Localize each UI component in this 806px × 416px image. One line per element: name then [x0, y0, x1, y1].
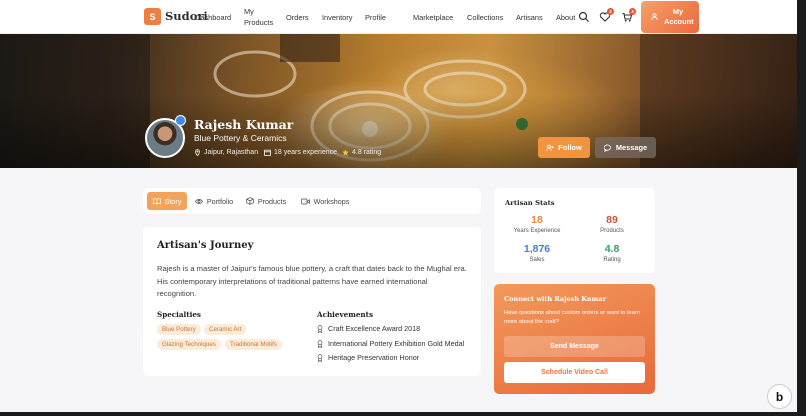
- stat-sales-label: Sales: [529, 257, 545, 263]
- award-icon: [317, 339, 323, 348]
- hero-banner-image: [0, 34, 806, 168]
- artisan-stats-card: Artisan Stats 18 Years Experience 89 Pro…: [494, 188, 655, 273]
- top-navbar: S Sudori Dashboard My Products Orders In…: [0, 0, 806, 34]
- achievement-text: Heritage Preservation Honor: [328, 353, 420, 362]
- verified-badge-icon: [175, 115, 186, 126]
- stats-title: Artisan Stats: [505, 199, 555, 207]
- nav-marketplace[interactable]: Marketplace: [413, 12, 453, 23]
- tab-story-label: Story: [164, 196, 182, 206]
- book-icon: [152, 197, 161, 204]
- location-meta: Jaipur, Rajasthan: [194, 149, 258, 156]
- stat-products-value: 89: [606, 214, 618, 226]
- story-card: Artisan's Journey Rajesh is a master of …: [143, 227, 481, 376]
- box-icon: [246, 197, 254, 205]
- achievement-text: Craft Excellence Award 2018: [328, 324, 421, 333]
- nav-inventory[interactable]: Inventory: [322, 12, 352, 23]
- experience-text: 18 years experience: [274, 149, 338, 156]
- hero-overlay: [0, 94, 806, 168]
- award-icon: [317, 353, 323, 362]
- video-icon: [300, 198, 310, 204]
- my-account-line2: Account: [664, 17, 694, 26]
- my-account-label: My Account: [664, 7, 694, 27]
- calendar-icon: [264, 149, 271, 156]
- profile-tabs: Story Portfolio Products Workshops: [143, 188, 481, 214]
- window-edge-bottom: [0, 412, 806, 416]
- tab-workshops-label: Workshops: [313, 196, 350, 206]
- logo-letter: S: [149, 11, 156, 22]
- wishlist-badge: 2: [607, 8, 614, 15]
- achievement-item: Craft Excellence Award 2018: [317, 324, 420, 333]
- connect-card: Connect with Rajesh Kumar Have questions…: [494, 284, 655, 394]
- tab-workshops[interactable]: Workshops: [297, 192, 353, 210]
- eye-icon: [194, 198, 203, 204]
- schedule-video-call-button[interactable]: Schedule Video Call: [504, 362, 645, 383]
- nav-collections[interactable]: Collections: [467, 12, 503, 23]
- experience-meta: 18 years experience: [264, 149, 337, 156]
- send-message-button[interactable]: Send Message: [504, 336, 645, 357]
- user-plus-icon: [546, 144, 554, 151]
- nav-artisans[interactable]: Artisans: [516, 12, 543, 23]
- my-account-button[interactable]: My Account: [641, 1, 699, 33]
- map-pin-icon: [195, 149, 200, 156]
- cart-badge: 3: [629, 8, 636, 15]
- user-icon: [651, 13, 658, 20]
- search-icon[interactable]: [578, 11, 590, 23]
- window-edge: [797, 0, 806, 416]
- nav-dashboard[interactable]: Dashboard: [195, 12, 231, 23]
- specialty-chip: Ceramic Art: [204, 324, 247, 335]
- tab-story[interactable]: Story: [147, 192, 187, 210]
- specialties-heading: Specialties: [157, 310, 201, 319]
- stat-rating-label: Rating: [603, 257, 621, 263]
- specialty-chip: Traditional Motifs: [225, 339, 282, 350]
- stat-years-label: Years Experience: [513, 228, 561, 234]
- achievement-item: International Pottery Exhibition Gold Me…: [317, 339, 464, 348]
- nav-orders[interactable]: Orders: [286, 12, 309, 23]
- story-title: Artisan's Journey: [157, 240, 254, 251]
- watermark-logo-icon: b: [767, 384, 792, 409]
- specialty-chip: Blue Pottery: [157, 324, 201, 335]
- stat-products-label: Products: [600, 228, 624, 234]
- message-button[interactable]: Message: [595, 137, 656, 158]
- tab-portfolio-label: Portfolio: [206, 196, 234, 206]
- star-icon: [342, 149, 349, 156]
- specialty-chip: Glazing Techniques: [157, 339, 221, 350]
- tab-portfolio[interactable]: Portfolio: [191, 192, 237, 210]
- stat-years-value: 18: [531, 214, 543, 226]
- award-icon: [317, 324, 323, 333]
- story-body: Rajesh is a master of Jaipur's famous bl…: [157, 264, 467, 298]
- tab-products-label: Products: [257, 196, 287, 206]
- nav-profile[interactable]: Profile: [365, 12, 386, 23]
- artisan-craft: Blue Pottery & Ceramics: [194, 133, 287, 143]
- rating-meta: 4.8 rating: [342, 149, 381, 156]
- nav-my-products[interactable]: My Products: [244, 6, 273, 28]
- stat-rating-value: 4.8: [604, 243, 620, 255]
- connect-title: Connect with Rajesh Kumar: [504, 295, 607, 303]
- stat-sales-value: 1,876: [523, 243, 551, 255]
- follow-button[interactable]: Follow: [538, 137, 590, 158]
- achievement-item: Heritage Preservation Honor: [317, 353, 419, 362]
- message-label: Message: [615, 143, 648, 152]
- artisan-name: Rajesh Kumar: [194, 117, 294, 132]
- location-text: Jaipur, Rajasthan: [204, 149, 259, 156]
- follow-label: Follow: [558, 143, 582, 152]
- tab-products[interactable]: Products: [243, 192, 289, 210]
- rating-text: 4.8 rating: [352, 149, 382, 156]
- nav-about[interactable]: About: [556, 12, 575, 23]
- chat-icon: [603, 144, 611, 152]
- achievements-heading: Achievements: [317, 310, 374, 319]
- my-account-line1: My: [672, 7, 684, 16]
- nav-my-products-line1: My: [244, 7, 254, 16]
- achievement-text: International Pottery Exhibition Gold Me…: [328, 339, 465, 348]
- nav-my-products-line2: Products: [244, 18, 274, 27]
- logo-icon[interactable]: S: [144, 8, 161, 25]
- connect-text: Have questions about custom orders or wa…: [504, 310, 640, 325]
